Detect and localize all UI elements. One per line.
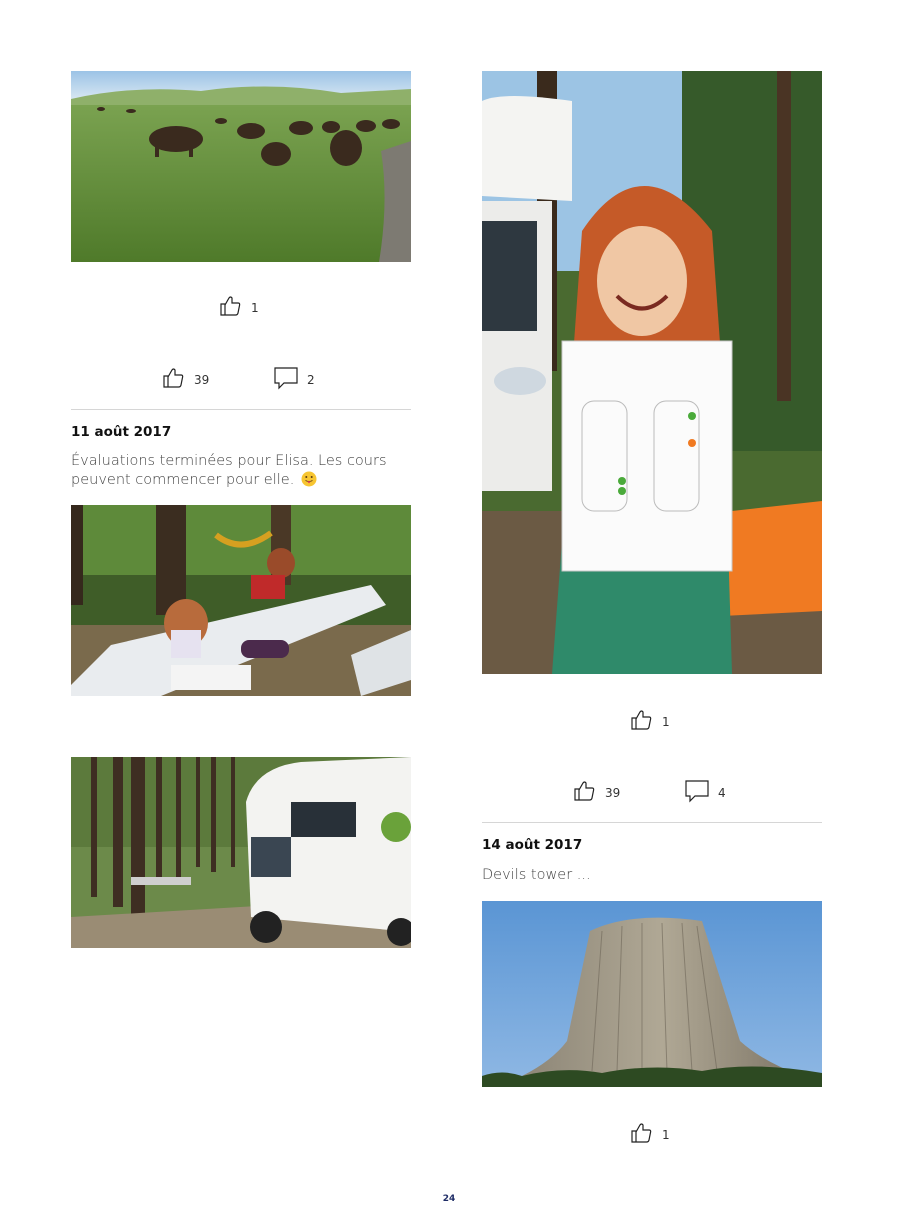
photo-bison-like-counter[interactable]: 1 — [217, 293, 259, 322]
like-count: 1 — [251, 300, 259, 315]
post-date: 11 août 2017 — [71, 424, 172, 440]
post-divider — [482, 822, 822, 823]
photo-picnic — [71, 505, 411, 696]
post-text: Devils tower ... — [482, 867, 591, 883]
post-comments[interactable]: 4 — [684, 778, 726, 807]
photo-campervan — [71, 757, 411, 948]
thumbs-up-icon — [160, 365, 186, 394]
photo-tower — [482, 901, 822, 1087]
post-text-content: Évaluations terminées pour Elisa. Les co… — [71, 453, 387, 488]
thumbs-up-icon — [628, 1120, 654, 1149]
thumbs-up-icon — [217, 293, 243, 322]
comment-icon — [273, 365, 299, 394]
post-divider — [71, 409, 411, 410]
like-count: 1 — [662, 714, 670, 729]
comments-count: 2 — [307, 372, 315, 387]
thumbs-up-icon — [628, 707, 654, 736]
post-text: Évaluations terminées pour Elisa. Les co… — [71, 452, 391, 490]
like-count: 1 — [662, 1127, 670, 1142]
likes-count: 39 — [605, 785, 621, 800]
photo-bison — [71, 71, 411, 262]
tongue-emoji-icon — [301, 471, 317, 487]
post-date: 14 août 2017 — [482, 837, 583, 853]
comments-count: 4 — [718, 785, 726, 800]
post-comments[interactable]: 2 — [273, 365, 315, 394]
photo-girl-like-counter[interactable]: 1 — [628, 707, 670, 736]
post-likes[interactable]: 39 — [571, 778, 620, 807]
photo-tower-like-counter[interactable]: 1 — [628, 1120, 670, 1149]
photo-girl — [482, 71, 822, 674]
page-number: 24 — [442, 1194, 456, 1204]
comment-icon — [684, 778, 710, 807]
thumbs-up-icon — [571, 778, 597, 807]
likes-count: 39 — [194, 372, 210, 387]
post-likes[interactable]: 39 — [160, 365, 209, 394]
